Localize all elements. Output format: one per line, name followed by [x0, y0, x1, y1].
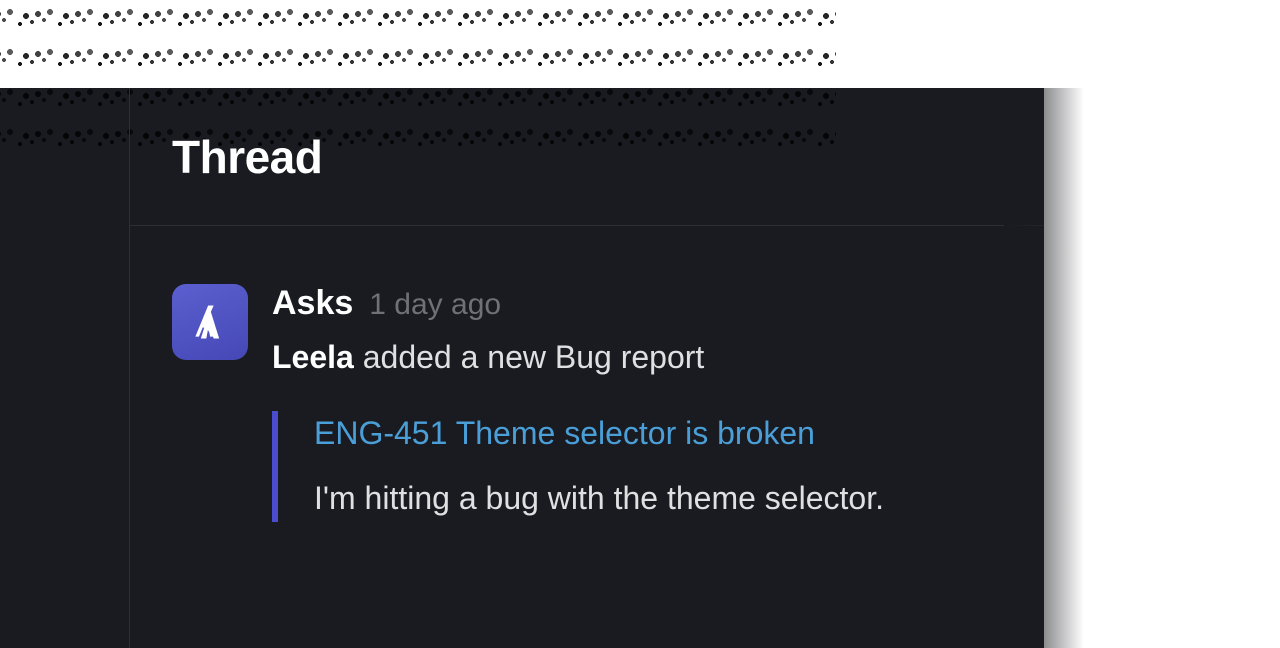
asks-app-icon [188, 300, 232, 344]
message-sender[interactable]: Asks [272, 284, 353, 323]
message-header: Asks 1 day ago [272, 284, 1004, 323]
message-action-text: added a new Bug report [354, 339, 704, 375]
message-actor[interactable]: Leela [272, 339, 354, 375]
issue-link[interactable]: ENG-451 Theme selector is broken [314, 411, 952, 456]
issue-description: I'm hitting a bug with the theme selecto… [314, 474, 952, 522]
thread-gutter [0, 88, 130, 648]
message-summary: Leela added a new Bug report [272, 333, 1004, 381]
message-row: Asks 1 day ago Leela added a new Bug rep… [172, 284, 1004, 522]
thread-panel: Thread Asks 1 day ago Leela added a new … [0, 88, 1044, 648]
message-timestamp[interactable]: 1 day ago [369, 288, 501, 322]
sender-avatar[interactable] [172, 284, 248, 360]
issue-attachment: ENG-451 Theme selector is broken I'm hit… [272, 411, 952, 522]
thread-title: Thread [172, 130, 322, 184]
thread-header: Thread [130, 88, 1044, 226]
message-body: Asks 1 day ago Leela added a new Bug rep… [272, 284, 1004, 522]
